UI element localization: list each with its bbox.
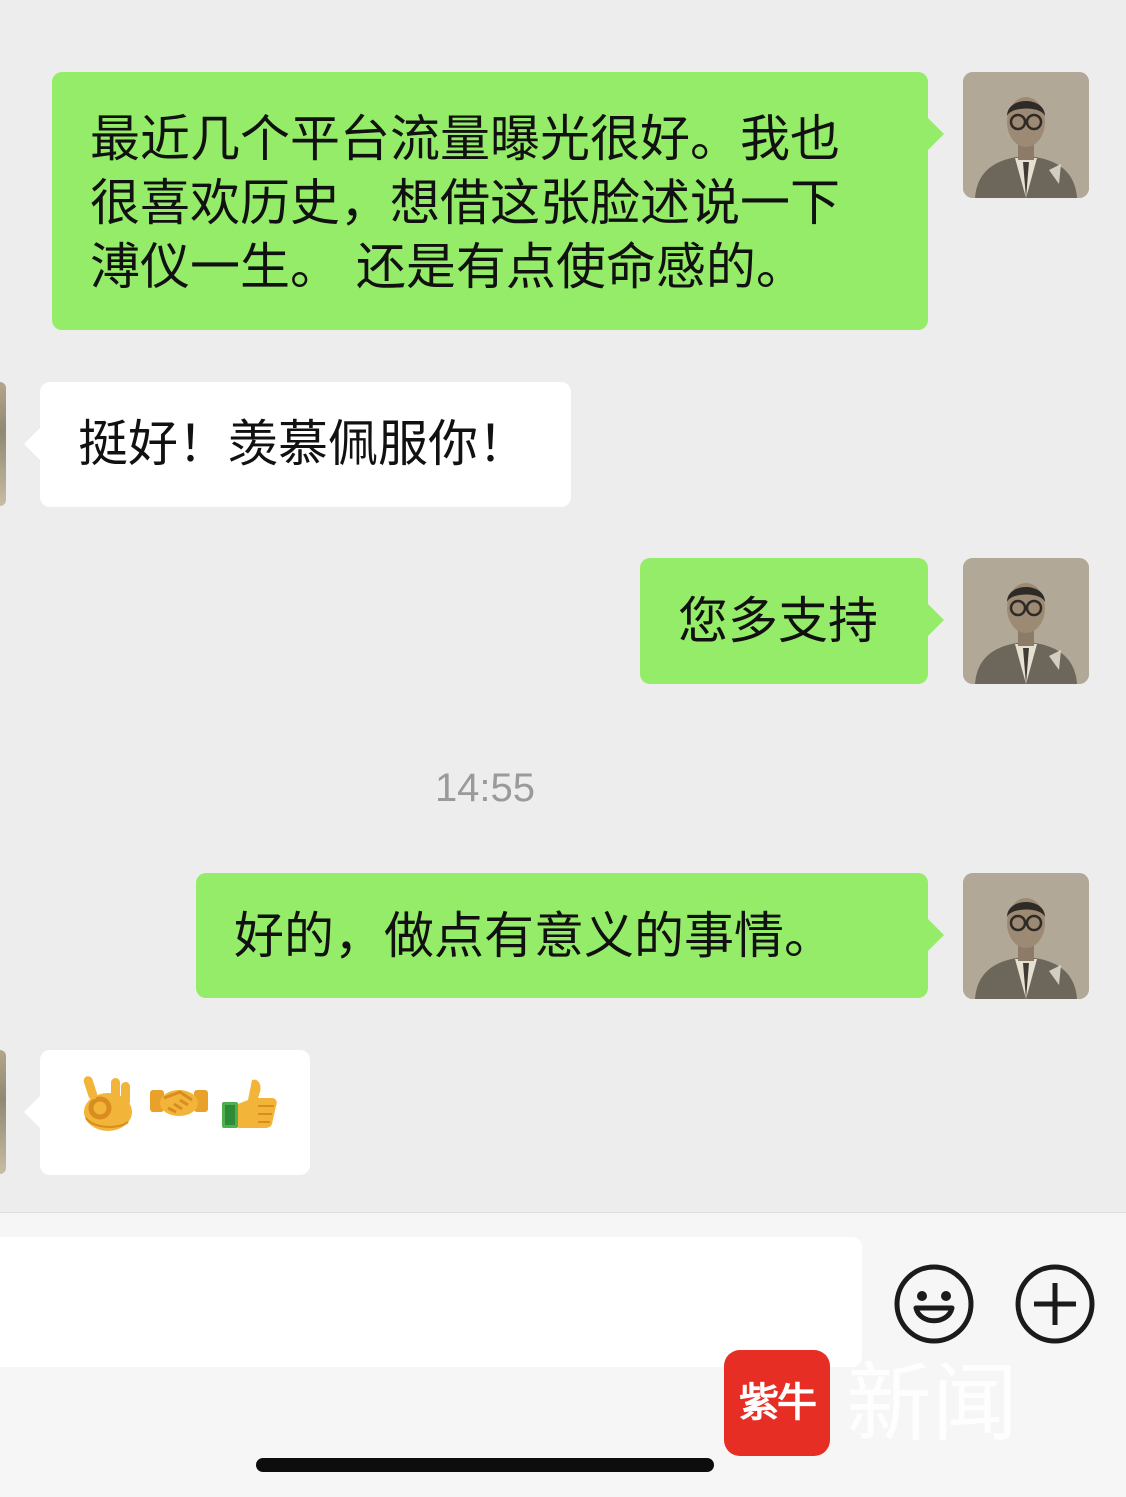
home-indicator[interactable] [256,1458,714,1472]
emoji-button[interactable] [893,1263,975,1345]
contact-avatar[interactable] [0,382,6,506]
message-text: 挺好！羡慕佩服你！ [78,415,528,473]
message-timestamp: 14:55 [434,766,536,810]
message-bubble-self[interactable]: 最近几个平台流量曝光很好。我也 很喜欢历史，想借这张脸述说一下 溥仪一生。 还是… [52,72,944,330]
plus-circle-icon [1015,1264,1095,1344]
contact-avatar[interactable] [0,1050,6,1174]
message-bubble-self[interactable]: 您多支持 [640,558,944,684]
message-line: 溥仪一生。 还是有点使命感的。 [90,238,806,296]
watermark-text: 新闻 [846,1354,1018,1454]
message-line: 很喜欢历史，想借这张脸述说一下 [90,174,840,232]
more-button[interactable] [1014,1263,1096,1345]
message-bubble-other[interactable]: 挺好！羡慕佩服你！ [24,382,571,507]
smiley-icon [894,1264,974,1344]
message-input[interactable] [0,1237,862,1367]
message-line: 最近几个平台流量曝光很好。我也 [90,110,840,168]
message-bubble-self[interactable]: 好的，做点有意义的事情。 [196,873,944,998]
self-avatar[interactable] [963,873,1089,999]
self-avatar[interactable] [963,72,1089,198]
message-text: 好的，做点有意义的事情。 [234,907,834,965]
message-text: 您多支持 [678,592,878,650]
handshake-emoji [150,1090,208,1116]
self-avatar[interactable] [963,558,1089,684]
thumbs-up-emoji [222,1079,277,1128]
chat-history: 最近几个平台流量曝光很好。我也 很喜欢历史，想借这张脸述说一下 溥仪一生。 还是… [0,0,1126,1212]
watermark-logo: 紫牛 [724,1350,830,1456]
ok-hand-emoji [83,1076,132,1131]
message-bubble-other[interactable] [24,1050,310,1175]
